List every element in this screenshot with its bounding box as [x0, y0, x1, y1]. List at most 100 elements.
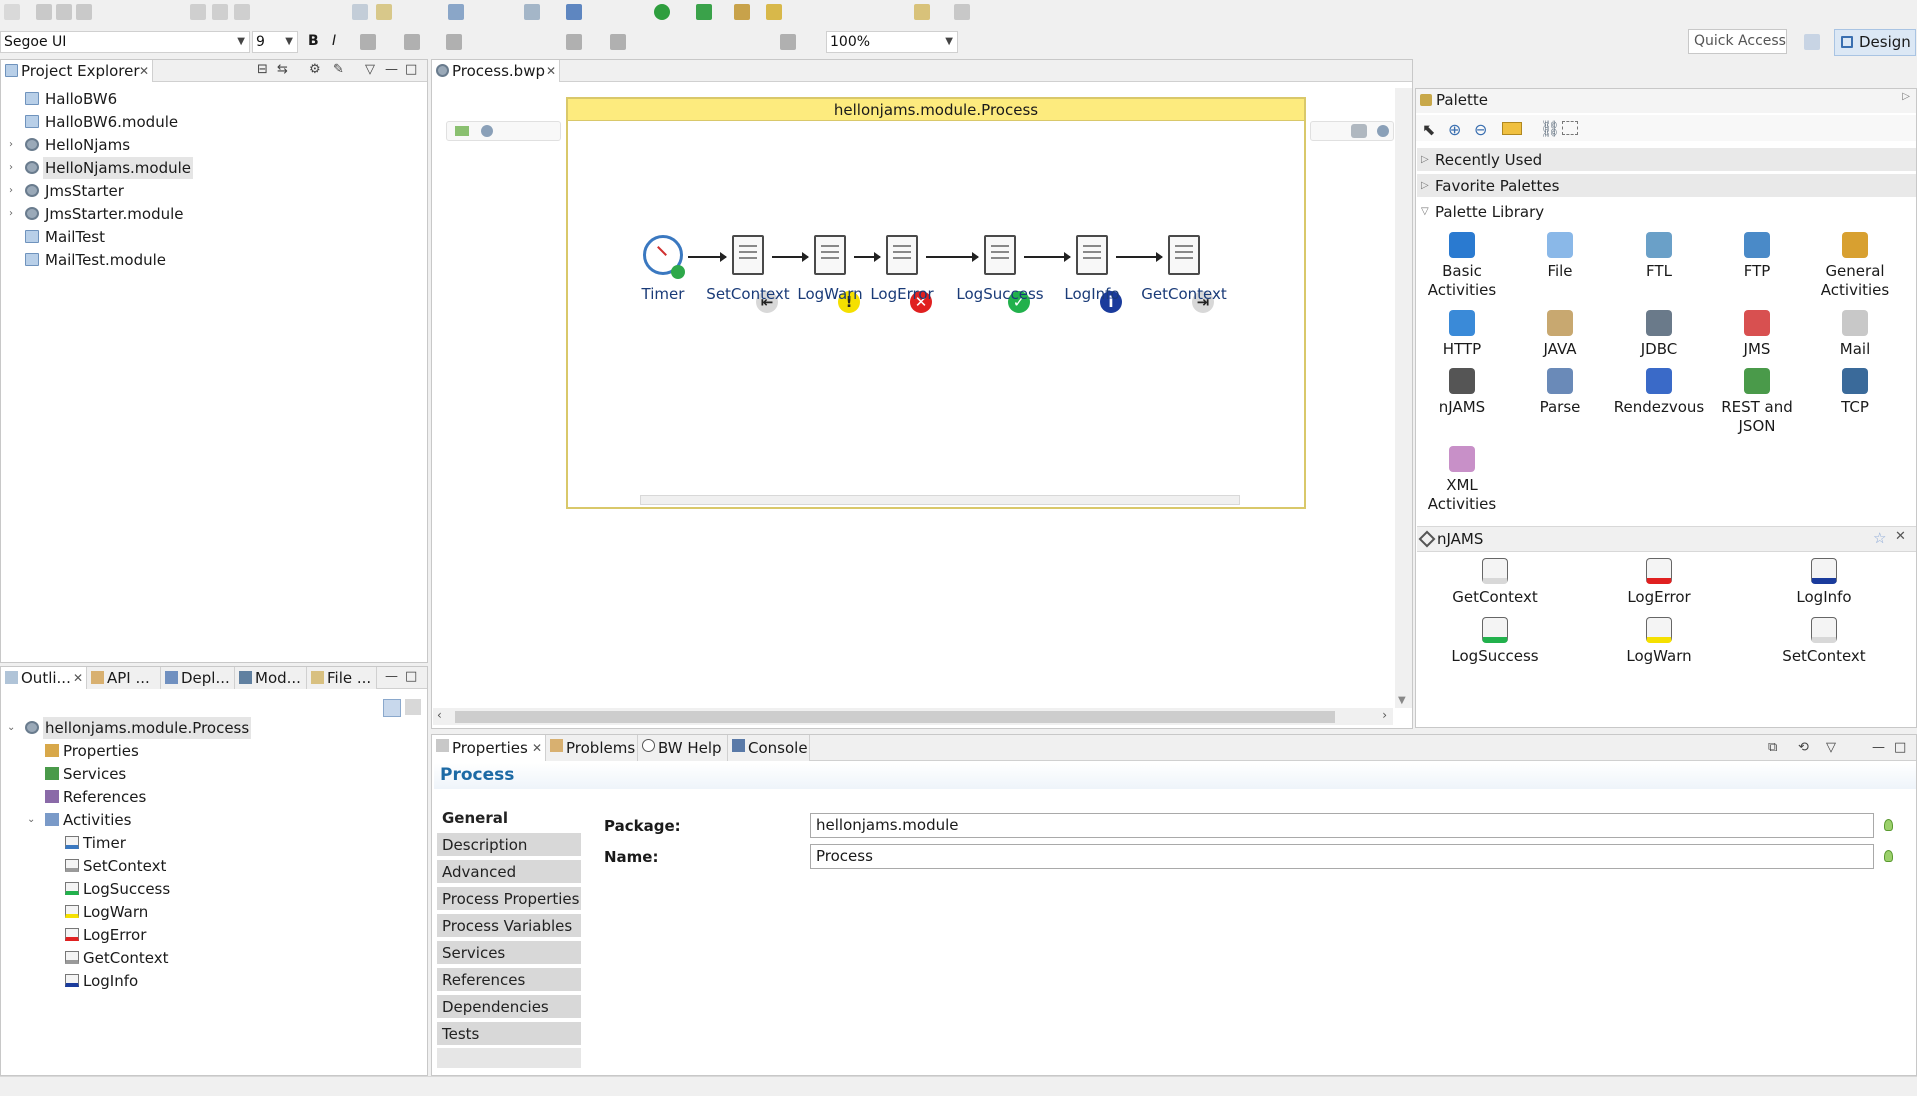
- database-icon[interactable]: [448, 4, 464, 20]
- palette-library-item[interactable]: XML Activities: [1412, 446, 1512, 514]
- activity-logerror[interactable]: ✕ LogError: [870, 235, 934, 313]
- open-perspective-icon[interactable]: [1804, 34, 1820, 50]
- stop-icon[interactable]: [234, 4, 250, 20]
- outline-root[interactable]: ⌄ hellonjams.module.Process: [7, 717, 252, 739]
- properties-side-tab[interactable]: Dependencies: [437, 995, 581, 1020]
- maximize-icon[interactable]: □: [405, 62, 417, 77]
- chevron-right-icon[interactable]: ›: [9, 203, 13, 225]
- properties-side-tab[interactable]: Description: [437, 833, 581, 858]
- maximize-icon[interactable]: □: [1894, 740, 1906, 755]
- project-item[interactable]: › JmsStarter: [9, 180, 126, 202]
- font-color-icon[interactable]: [360, 34, 376, 50]
- name-field[interactable]: Process: [810, 844, 1874, 869]
- activity-timer[interactable]: Timer: [642, 235, 685, 307]
- properties-side-tab[interactable]: Process Properties: [437, 887, 581, 912]
- njams-palette-item[interactable]: LogInfo: [1774, 558, 1874, 607]
- palette-library-item[interactable]: Mail: [1805, 310, 1905, 359]
- sync-icon[interactable]: ⟲: [1798, 740, 1809, 755]
- transition-arrow[interactable]: [772, 252, 809, 262]
- package-field[interactable]: hellonjams.module: [810, 813, 1874, 838]
- properties-side-tab[interactable]: Services: [437, 941, 581, 966]
- run-green-icon[interactable]: [654, 4, 670, 20]
- process-container[interactable]: hellonjams.module.Process Timer ⇤ SetCon…: [566, 97, 1306, 509]
- lightbulb-icon[interactable]: [1884, 850, 1893, 862]
- tab-properties[interactable]: Properties ✕: [432, 735, 546, 761]
- close-icon[interactable]: ✕: [546, 60, 556, 82]
- palette-library-item[interactable]: HTTP: [1412, 310, 1512, 359]
- scroll-left-icon[interactable]: ‹: [437, 708, 442, 722]
- properties-side-tab[interactable]: Tests: [437, 1022, 581, 1047]
- properties-side-tab[interactable]: Advanced: [437, 860, 581, 885]
- tab-process-bwp[interactable]: Process.bwp ✕: [432, 60, 560, 82]
- palette-library-item[interactable]: nJAMS: [1412, 368, 1512, 417]
- zoom-in-icon[interactable]: ⊕: [1448, 120, 1461, 139]
- project-item[interactable]: › HelloNjams: [9, 134, 132, 156]
- pin-icon[interactable]: [766, 4, 782, 20]
- tab-outline[interactable]: Outli... ✕: [1, 667, 87, 689]
- project-item[interactable]: HalloBW6.module: [25, 111, 180, 133]
- save-icon[interactable]: [36, 4, 52, 20]
- outline-activity[interactable]: SetContext: [65, 855, 166, 877]
- view-menu-icon[interactable]: ▽: [365, 62, 375, 77]
- palette-library-item[interactable]: TCP: [1805, 368, 1905, 417]
- palette-library-item[interactable]: General Activities: [1805, 232, 1905, 300]
- palette-library-item[interactable]: FTL: [1609, 232, 1709, 281]
- palette-favorite-palettes[interactable]: ▷ Favorite Palettes: [1417, 174, 1916, 198]
- collapse-all-icon[interactable]: ⊟: [257, 62, 268, 77]
- grid-icon[interactable]: [780, 34, 796, 50]
- close-icon[interactable]: ✕: [73, 667, 83, 689]
- outline-activity[interactable]: LogError: [65, 924, 146, 946]
- zoom-select[interactable]: 100% ▼: [826, 31, 958, 53]
- palette-library-item[interactable]: JMS: [1707, 310, 1807, 359]
- scroll-right-icon[interactable]: ›: [1382, 708, 1387, 722]
- tab-bw-help[interactable]: BW Help: [638, 735, 728, 761]
- minimize-icon[interactable]: —: [385, 62, 398, 77]
- pin-icon[interactable]: ✎: [333, 62, 344, 77]
- palette-library-item[interactable]: JAVA: [1510, 310, 1610, 359]
- filter-icon[interactable]: ⚙: [309, 62, 321, 77]
- palette-library-item[interactable]: FTP: [1707, 232, 1807, 281]
- close-icon[interactable]: ✕: [139, 60, 149, 82]
- editor-vertical-scrollbar[interactable]: ▼: [1395, 88, 1412, 708]
- arrange-icon[interactable]: [566, 34, 582, 50]
- quick-access-input[interactable]: Quick Access: [1688, 29, 1787, 54]
- run-icon[interactable]: [190, 4, 206, 20]
- tab-file[interactable]: File ...: [307, 667, 377, 689]
- scrollbar-thumb[interactable]: [455, 711, 1335, 723]
- transition-arrow[interactable]: [926, 252, 979, 262]
- project-item[interactable]: MailTest.module: [25, 249, 168, 271]
- project-item[interactable]: MailTest: [25, 226, 107, 248]
- chevron-down-icon[interactable]: ⌄: [7, 717, 15, 739]
- transition-arrow[interactable]: [1116, 252, 1163, 262]
- outline-node[interactable]: Services: [45, 763, 126, 785]
- tab-deployment[interactable]: Depl...: [161, 667, 235, 689]
- note-icon[interactable]: [1502, 122, 1522, 135]
- properties-side-tab[interactable]: References: [437, 968, 581, 993]
- link-tool-icon[interactable]: ⛓: [1540, 119, 1560, 138]
- transition-arrow[interactable]: [688, 252, 727, 262]
- suspend-icon[interactable]: [212, 4, 228, 20]
- chevron-right-icon[interactable]: ›: [9, 134, 13, 156]
- print-icon[interactable]: [76, 4, 92, 20]
- group-tool-icon[interactable]: [1562, 121, 1578, 135]
- editor-horizontal-scrollbar[interactable]: ‹ ›: [433, 708, 1393, 725]
- inner-horizontal-scrollbar[interactable]: [640, 495, 1240, 505]
- project-item[interactable]: › JmsStarter.module: [9, 203, 186, 225]
- chart-icon[interactable]: [566, 4, 582, 20]
- fill-color-icon[interactable]: [404, 34, 420, 50]
- minimize-icon[interactable]: —: [1872, 740, 1885, 755]
- njams-palette-item[interactable]: SetContext: [1774, 617, 1874, 666]
- italic-button[interactable]: I: [332, 33, 336, 49]
- tab-module[interactable]: Mod...: [235, 667, 307, 689]
- palette-library-item[interactable]: REST and JSON: [1707, 368, 1807, 436]
- bold-button[interactable]: B: [308, 33, 319, 49]
- activity-getcontext[interactable]: ⇥ GetContext: [1141, 235, 1227, 313]
- palette-library-header[interactable]: ▽ Palette Library: [1417, 200, 1916, 224]
- scroll-down-icon[interactable]: ▼: [1398, 695, 1406, 706]
- font-name-select[interactable]: Segoe UI ▼: [0, 31, 250, 53]
- njams-palette-item[interactable]: LogError: [1609, 558, 1709, 607]
- outline-node[interactable]: ⌄ Activities: [27, 809, 131, 831]
- outline-activity[interactable]: LogInfo: [65, 970, 138, 992]
- debug-icon[interactable]: [696, 4, 712, 20]
- outline-node[interactable]: References: [45, 786, 146, 808]
